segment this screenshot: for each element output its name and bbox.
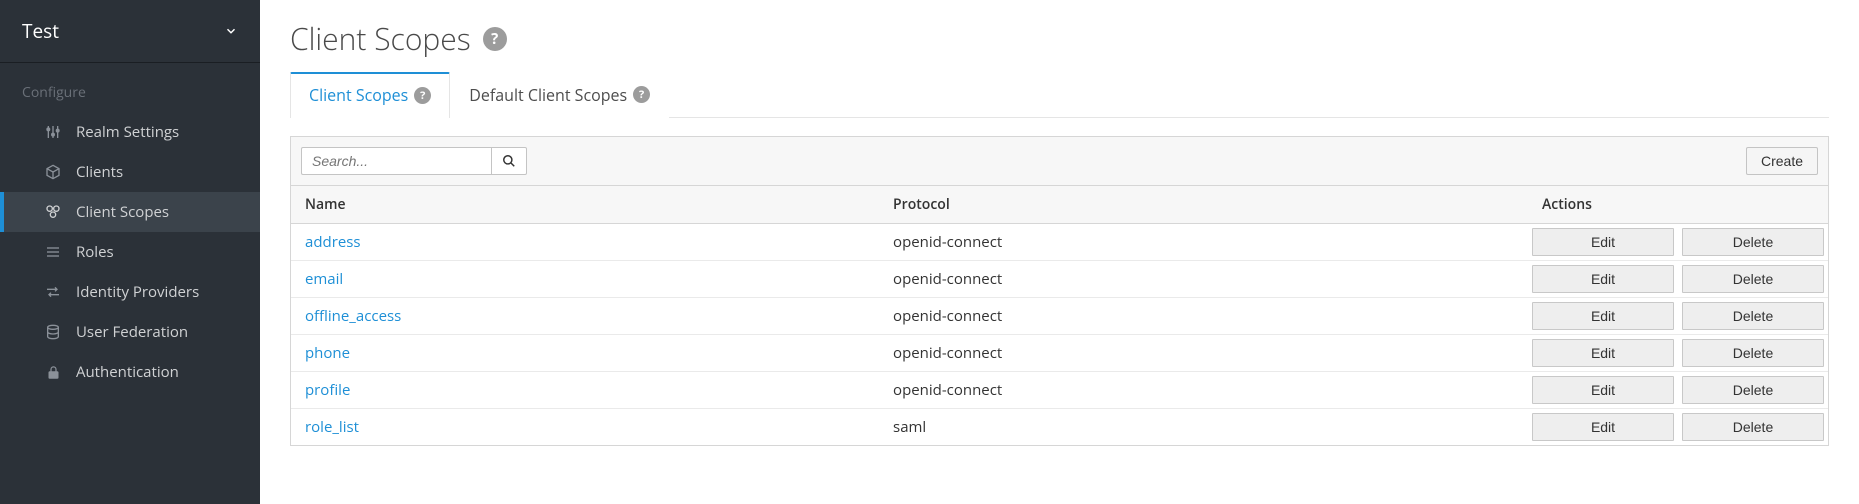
help-icon[interactable]: ? — [414, 87, 431, 104]
table-row: address openid-connectEdit Delete — [291, 224, 1828, 261]
tab-label: Client Scopes — [309, 84, 408, 106]
tab-label: Default Client Scopes — [469, 84, 627, 106]
sidebar-section-label: Configure — [0, 63, 260, 112]
scope-name-link[interactable]: email — [305, 269, 343, 289]
exchange-icon — [44, 284, 62, 300]
create-button[interactable]: Create — [1746, 147, 1818, 175]
search-button[interactable] — [491, 147, 527, 175]
table-panel: Create Name Protocol Actions address open… — [290, 136, 1829, 446]
col-header-protocol: Protocol — [879, 186, 1528, 224]
delete-button[interactable]: Delete — [1682, 265, 1824, 293]
realm-name: Test — [22, 18, 59, 44]
delete-button[interactable]: Delete — [1682, 376, 1824, 404]
col-header-name: Name — [291, 186, 879, 224]
table-row: email openid-connectEdit Delete — [291, 261, 1828, 298]
sidebar-nav: Realm Settings Clients Client Scopes Rol… — [0, 112, 260, 392]
delete-button[interactable]: Delete — [1682, 302, 1824, 330]
scope-name-link[interactable]: phone — [305, 343, 350, 363]
sliders-icon — [44, 124, 62, 140]
chevron-down-icon — [224, 24, 238, 38]
scope-protocol: openid-connect — [879, 224, 1528, 261]
sidebar-item-label: Client Scopes — [76, 202, 169, 222]
database-icon — [44, 324, 62, 340]
edit-button[interactable]: Edit — [1532, 413, 1674, 441]
scope-protocol: openid-connect — [879, 298, 1528, 335]
main-content: Client Scopes ? Client Scopes ? Default … — [260, 0, 1859, 504]
sidebar-item-client-scopes[interactable]: Client Scopes — [0, 192, 260, 232]
delete-button[interactable]: Delete — [1682, 228, 1824, 256]
tabs: Client Scopes ? Default Client Scopes ? — [290, 71, 1829, 118]
toolbar: Create — [291, 137, 1828, 186]
edit-button[interactable]: Edit — [1532, 265, 1674, 293]
sidebar-item-label: Clients — [76, 162, 123, 182]
scope-name-link[interactable]: profile — [305, 380, 350, 400]
sidebar-item-label: Roles — [76, 242, 114, 262]
edit-button[interactable]: Edit — [1532, 302, 1674, 330]
edit-button[interactable]: Edit — [1532, 339, 1674, 367]
sidebar-item-authentication[interactable]: Authentication — [0, 352, 260, 392]
cube-icon — [44, 164, 62, 180]
table-row: phone openid-connectEdit Delete — [291, 335, 1828, 372]
scope-name-link[interactable]: role_list — [305, 417, 359, 437]
table-row: offline_access openid-connectEdit Delete — [291, 298, 1828, 335]
sidebar-item-label: Identity Providers — [76, 282, 199, 302]
col-header-actions: Actions — [1528, 186, 1828, 224]
sidebar: Test Configure Realm Settings Clients — [0, 0, 260, 504]
edit-button[interactable]: Edit — [1532, 376, 1674, 404]
help-icon[interactable]: ? — [633, 86, 650, 103]
lock-icon — [44, 365, 62, 380]
table-row: profile openid-connectEdit Delete — [291, 372, 1828, 409]
sidebar-item-clients[interactable]: Clients — [0, 152, 260, 192]
help-icon[interactable]: ? — [483, 27, 507, 51]
scope-name-link[interactable]: offline_access — [305, 306, 401, 326]
page-title-wrap: Client Scopes ? — [290, 18, 1829, 59]
scope-protocol: openid-connect — [879, 372, 1528, 409]
scopes-icon — [44, 204, 62, 220]
sidebar-item-label: Realm Settings — [76, 122, 179, 142]
sidebar-item-identity-providers[interactable]: Identity Providers — [0, 272, 260, 312]
page-title: Client Scopes — [290, 18, 471, 59]
sidebar-item-label: User Federation — [76, 322, 188, 342]
tab-client-scopes[interactable]: Client Scopes ? — [290, 72, 450, 118]
search-icon — [502, 154, 516, 168]
client-scopes-table: Name Protocol Actions address openid-conn… — [291, 186, 1828, 445]
scope-protocol: openid-connect — [879, 261, 1528, 298]
search-group — [301, 147, 527, 175]
sidebar-item-user-federation[interactable]: User Federation — [0, 312, 260, 352]
delete-button[interactable]: Delete — [1682, 339, 1824, 367]
tab-default-client-scopes[interactable]: Default Client Scopes ? — [450, 72, 669, 118]
list-icon — [44, 244, 62, 260]
search-input[interactable] — [301, 147, 491, 175]
edit-button[interactable]: Edit — [1532, 228, 1674, 256]
sidebar-item-roles[interactable]: Roles — [0, 232, 260, 272]
sidebar-item-realm-settings[interactable]: Realm Settings — [0, 112, 260, 152]
table-row: role_list samlEdit Delete — [291, 409, 1828, 446]
delete-button[interactable]: Delete — [1682, 413, 1824, 441]
scope-protocol: openid-connect — [879, 335, 1528, 372]
scope-name-link[interactable]: address — [305, 232, 361, 252]
scope-protocol: saml — [879, 409, 1528, 446]
realm-selector[interactable]: Test — [0, 0, 260, 63]
sidebar-item-label: Authentication — [76, 362, 179, 382]
